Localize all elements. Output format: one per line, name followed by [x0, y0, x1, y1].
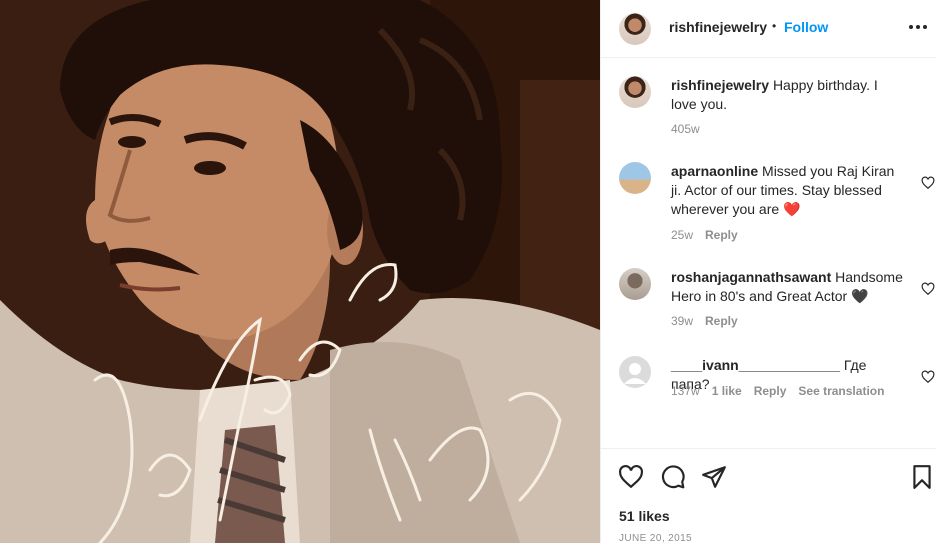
comment-body: roshanjagannathsawant Handsome Hero in 8… [671, 268, 903, 306]
comment-meta: 39w Reply [671, 314, 738, 328]
comment-avatar[interactable] [619, 76, 651, 108]
author-avatar[interactable] [619, 13, 651, 45]
reply-button[interactable]: Reply [705, 228, 738, 242]
heart-icon[interactable] [618, 464, 644, 490]
comment-avatar[interactable] [619, 268, 651, 300]
small-heart-icon[interactable] [921, 282, 935, 296]
header-separator: • [772, 19, 777, 33]
small-heart-icon[interactable] [921, 176, 935, 190]
comment-meta: 137w 1 like Reply See translation [671, 384, 884, 398]
more-icon [909, 25, 913, 29]
comment-likes[interactable]: 1 like [712, 384, 742, 398]
comment-time[interactable]: 137w [671, 384, 700, 398]
red-heart-emoji: ❤️ [783, 201, 801, 217]
comment-avatar[interactable] [619, 356, 651, 388]
reply-button[interactable]: Reply [754, 384, 787, 398]
author-username[interactable]: rishfinejewelry [669, 19, 767, 35]
comment-time[interactable]: 25w [671, 228, 693, 242]
comment-meta: 405w [671, 122, 700, 136]
post-actions: 51 likes JUNE 20, 2015 [601, 448, 936, 543]
comment-icon[interactable] [660, 464, 686, 490]
black-heart-emoji: 🖤 [851, 288, 869, 304]
small-heart-icon[interactable] [921, 370, 935, 384]
post-date[interactable]: JUNE 20, 2015 [619, 533, 692, 543]
comment-body: rishfinejewelry Happy birthday. I love y… [671, 76, 903, 114]
post-side-panel: rishfinejewelry • Follow rishfinejewelry… [600, 0, 936, 543]
likes-count[interactable]: 51 likes [619, 508, 670, 524]
reply-button[interactable]: Reply [705, 314, 738, 328]
share-icon[interactable] [701, 464, 727, 490]
comment-avatar[interactable] [619, 162, 651, 194]
post-photo-illustration [0, 0, 600, 543]
comment-username[interactable]: rishfinejewelry [671, 77, 769, 93]
comment-username[interactable]: roshanjagannathsawant [671, 269, 831, 285]
follow-button[interactable]: Follow [784, 19, 828, 35]
comment-time[interactable]: 39w [671, 314, 693, 328]
comment-meta: 25w Reply [671, 228, 738, 242]
post-image [0, 0, 600, 543]
more-options-button[interactable] [907, 20, 929, 34]
see-translation-button[interactable]: See translation [798, 384, 884, 398]
comment-username[interactable]: ____ivann_____________ [671, 357, 840, 373]
default-avatar-icon [624, 363, 646, 384]
comment-username[interactable]: aparnaonline [671, 163, 758, 179]
comment-body: aparnaonline Missed you Raj Kiran ji. Ac… [671, 162, 903, 219]
bookmark-icon[interactable] [909, 464, 935, 490]
comments-list: rishfinejewelry Happy birthday. I love y… [601, 58, 936, 448]
comment-time[interactable]: 405w [671, 122, 700, 136]
post-header: rishfinejewelry • Follow [601, 0, 936, 58]
